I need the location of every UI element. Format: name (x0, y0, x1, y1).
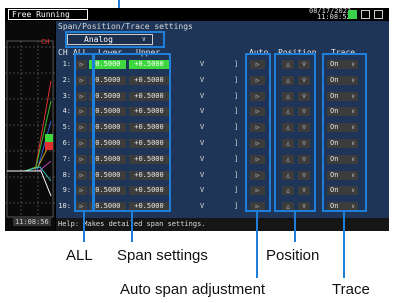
bracket-label: ] (234, 154, 239, 163)
bracket-label: ] (234, 186, 239, 195)
callout-trace: Trace (332, 281, 370, 298)
channel-number: 3: (62, 91, 71, 100)
sd-card-icon (361, 10, 370, 19)
bracket-label: ] (234, 75, 239, 84)
unit-label: V (200, 123, 205, 132)
channel-number: 2: (62, 75, 71, 84)
bracket-label: ] (234, 139, 239, 147)
callout-position: Position (266, 247, 320, 264)
waveform-plot (5, 40, 55, 218)
auto-leader (256, 212, 258, 278)
unit-label: V (200, 75, 205, 84)
range-select-highlight (65, 31, 165, 48)
position-column-highlight (274, 53, 316, 212)
waveform-trace (7, 100, 52, 172)
bracket-label: ] (234, 202, 239, 211)
channel-number: 5: (62, 123, 71, 132)
unit-label: V (200, 91, 205, 100)
callout-span: Span settings (117, 247, 208, 264)
span-column-highlight (93, 53, 171, 212)
trace-column-highlight (322, 53, 367, 212)
unit-label: V (200, 60, 205, 68)
usb-icon (374, 10, 383, 19)
unit-label: V (200, 107, 205, 116)
unit-label: V (200, 186, 205, 195)
channel-number: 10: (58, 202, 71, 211)
panel-title: Span/Position/Trace settings (58, 22, 193, 31)
channel-number: 8: (62, 170, 71, 179)
callout-all: ALL (66, 247, 93, 264)
bracket-label: ] (234, 170, 239, 179)
time-readout: 11:08:52 (317, 13, 351, 21)
channel-number: 6: (62, 139, 71, 147)
position-leader (294, 212, 296, 242)
span-leader (131, 212, 133, 242)
channel-number: 1: (62, 60, 71, 68)
all-column-highlight (74, 53, 94, 212)
waveform-strip: CH 11:08:56 (5, 21, 55, 231)
mode-indicator[interactable]: Free Running (8, 9, 88, 20)
waveform-trace (7, 80, 52, 172)
bracket-label: ] (234, 123, 239, 132)
unit-label: V (200, 202, 205, 211)
callout-auto: Auto span adjustment (120, 281, 266, 298)
bracket-label: ] (234, 107, 239, 116)
channel-number: 7: (62, 154, 71, 163)
header-ch: CH (58, 48, 68, 57)
all-leader (83, 212, 85, 242)
unit-label: V (200, 139, 205, 147)
top-status-bar: Free Running 08/17/2023 11:08:52 (5, 8, 389, 21)
auto-column-highlight (245, 53, 271, 212)
waveform-time-label: 11:08:56 (13, 218, 51, 226)
memory-icon (348, 10, 357, 19)
waveform-trace (7, 170, 52, 197)
waveform-channel-label: CH (41, 38, 50, 46)
bracket-label: ] (234, 91, 239, 100)
trace-leader (343, 212, 345, 278)
unit-label: V (200, 154, 205, 163)
help-text: Help: Makes detailed span settings. (56, 218, 389, 231)
unit-label: V (200, 170, 205, 179)
channel-number: 9: (62, 186, 71, 195)
channel-number: 4: (62, 107, 71, 116)
bracket-label: ] (234, 60, 239, 68)
